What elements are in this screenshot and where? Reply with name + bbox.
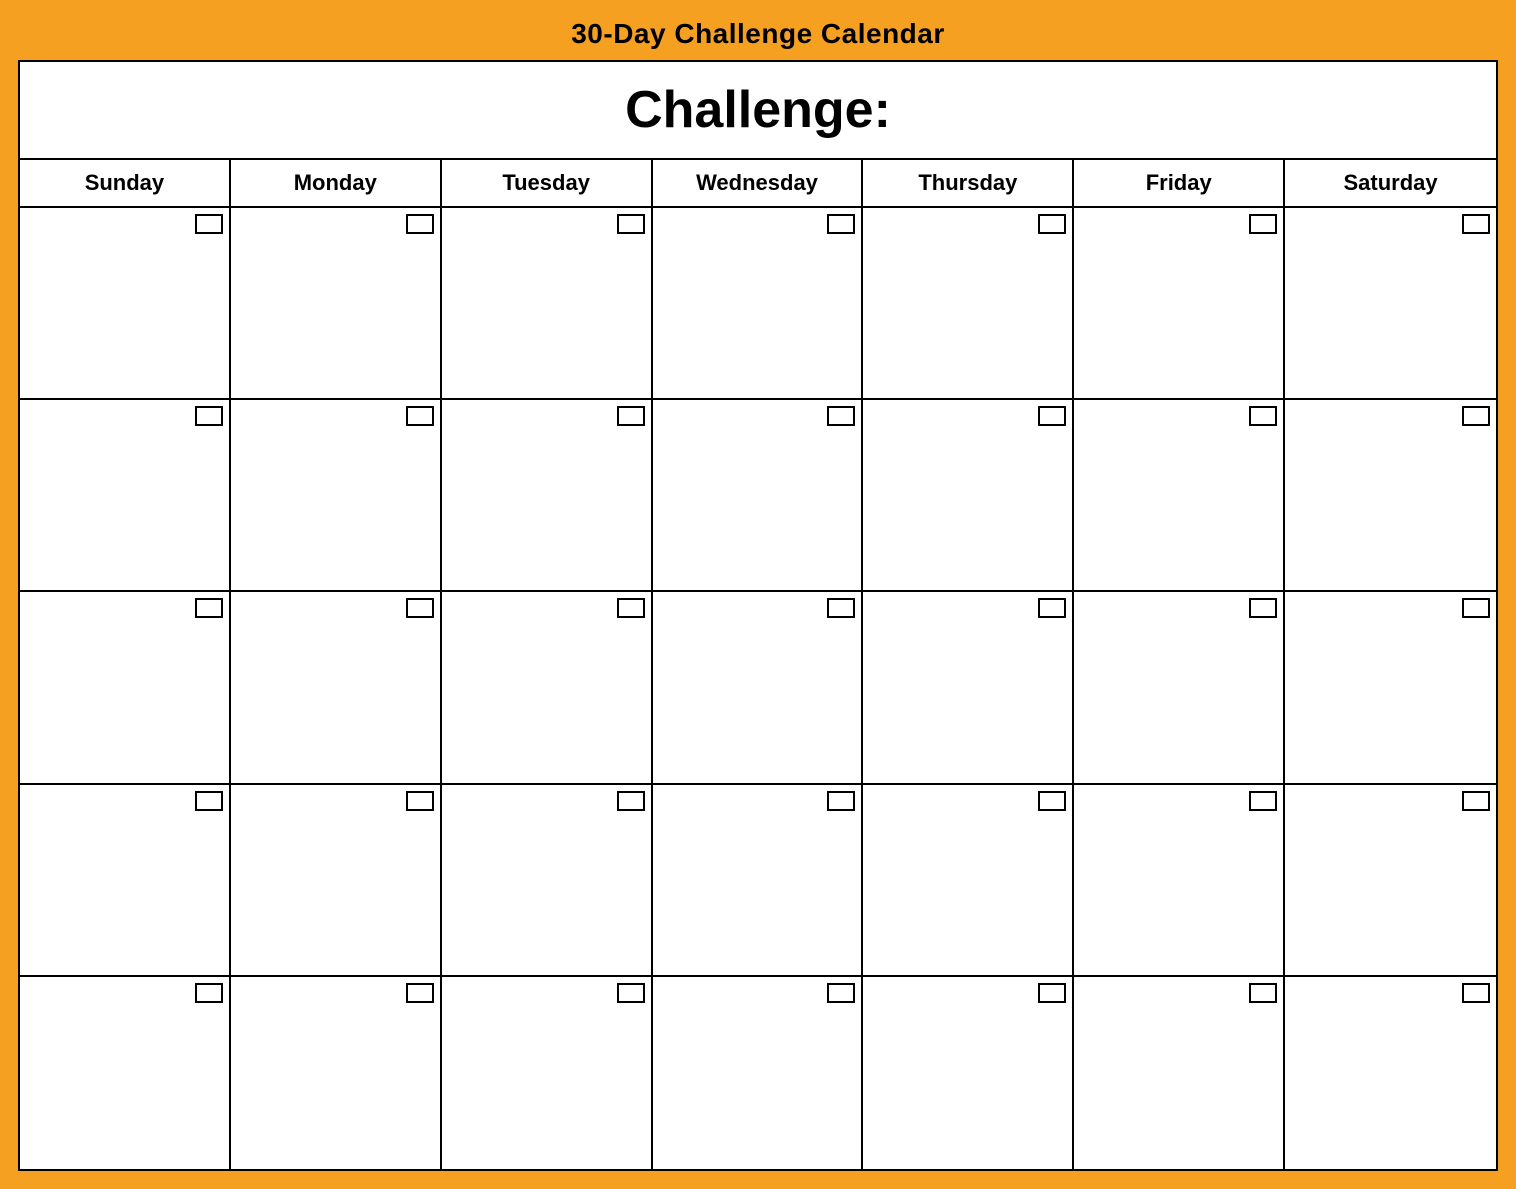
cell-corner: [195, 983, 223, 1003]
calendar-cell[interactable]: [1074, 785, 1285, 977]
cell-corner: [406, 983, 434, 1003]
calendar-cell[interactable]: [863, 208, 1074, 400]
cell-corner: [1249, 598, 1277, 618]
cell-corner: [406, 598, 434, 618]
calendar-cell[interactable]: [231, 977, 442, 1169]
cell-corner: [1462, 598, 1490, 618]
cell-corner: [195, 598, 223, 618]
cell-corner: [617, 983, 645, 1003]
cell-corner: [1038, 214, 1066, 234]
challenge-header: Challenge:: [20, 62, 1496, 160]
cell-corner: [1249, 214, 1277, 234]
page-wrapper: 30-Day Challenge Calendar Challenge: Sun…: [0, 0, 1516, 1189]
calendar-cell[interactable]: [442, 977, 653, 1169]
calendar-container: Challenge: Sunday Monday Tuesday Wednesd…: [18, 60, 1498, 1171]
days-header: Sunday Monday Tuesday Wednesday Thursday…: [20, 160, 1496, 208]
cell-corner: [1249, 983, 1277, 1003]
cell-corner: [617, 406, 645, 426]
calendar-cell[interactable]: [653, 208, 864, 400]
cell-corner: [827, 406, 855, 426]
cell-corner: [1462, 791, 1490, 811]
calendar-cell[interactable]: [1074, 208, 1285, 400]
day-header-monday: Monday: [231, 160, 442, 206]
calendar-cell[interactable]: [1074, 592, 1285, 784]
calendar-cell[interactable]: [1285, 785, 1496, 977]
cell-corner: [827, 598, 855, 618]
calendar-cell[interactable]: [231, 592, 442, 784]
day-header-saturday: Saturday: [1285, 160, 1496, 206]
calendar-cell[interactable]: [863, 977, 1074, 1169]
day-header-wednesday: Wednesday: [653, 160, 864, 206]
calendar-cell[interactable]: [1285, 592, 1496, 784]
cell-corner: [195, 406, 223, 426]
calendar-cell[interactable]: [20, 592, 231, 784]
cell-corner: [1249, 406, 1277, 426]
calendar-cell[interactable]: [653, 592, 864, 784]
cell-corner: [195, 214, 223, 234]
calendar-cell[interactable]: [20, 785, 231, 977]
calendar-cell[interactable]: [1074, 400, 1285, 592]
calendar-cell[interactable]: [1285, 208, 1496, 400]
cell-corner: [1038, 598, 1066, 618]
day-header-sunday: Sunday: [20, 160, 231, 206]
calendar-cell[interactable]: [863, 400, 1074, 592]
calendar-cell[interactable]: [231, 785, 442, 977]
calendar-cell[interactable]: [442, 785, 653, 977]
cell-corner: [1462, 406, 1490, 426]
cell-corner: [1462, 214, 1490, 234]
calendar-cell[interactable]: [1285, 977, 1496, 1169]
calendar-cell[interactable]: [442, 208, 653, 400]
calendar-grid: [20, 208, 1496, 1169]
calendar-cell[interactable]: [1285, 400, 1496, 592]
cell-corner: [617, 214, 645, 234]
calendar-cell[interactable]: [20, 400, 231, 592]
cell-corner: [827, 983, 855, 1003]
cell-corner: [1038, 791, 1066, 811]
cell-corner: [1038, 983, 1066, 1003]
page-title: 30-Day Challenge Calendar: [571, 18, 945, 50]
calendar-cell[interactable]: [231, 208, 442, 400]
cell-corner: [1462, 983, 1490, 1003]
cell-corner: [406, 791, 434, 811]
day-header-tuesday: Tuesday: [442, 160, 653, 206]
challenge-title: Challenge:: [625, 80, 891, 140]
calendar-cell[interactable]: [231, 400, 442, 592]
cell-corner: [617, 791, 645, 811]
calendar-cell[interactable]: [442, 592, 653, 784]
calendar-cell[interactable]: [653, 977, 864, 1169]
cell-corner: [827, 214, 855, 234]
calendar-cell[interactable]: [1074, 977, 1285, 1169]
calendar-cell[interactable]: [863, 592, 1074, 784]
cell-corner: [1249, 791, 1277, 811]
cell-corner: [406, 406, 434, 426]
calendar-cell[interactable]: [863, 785, 1074, 977]
calendar-cell[interactable]: [653, 785, 864, 977]
cell-corner: [406, 214, 434, 234]
day-header-friday: Friday: [1074, 160, 1285, 206]
calendar-cell[interactable]: [20, 977, 231, 1169]
cell-corner: [827, 791, 855, 811]
day-header-thursday: Thursday: [863, 160, 1074, 206]
cell-corner: [617, 598, 645, 618]
calendar-cell[interactable]: [442, 400, 653, 592]
calendar-cell[interactable]: [20, 208, 231, 400]
cell-corner: [1038, 406, 1066, 426]
calendar-cell[interactable]: [653, 400, 864, 592]
cell-corner: [195, 791, 223, 811]
